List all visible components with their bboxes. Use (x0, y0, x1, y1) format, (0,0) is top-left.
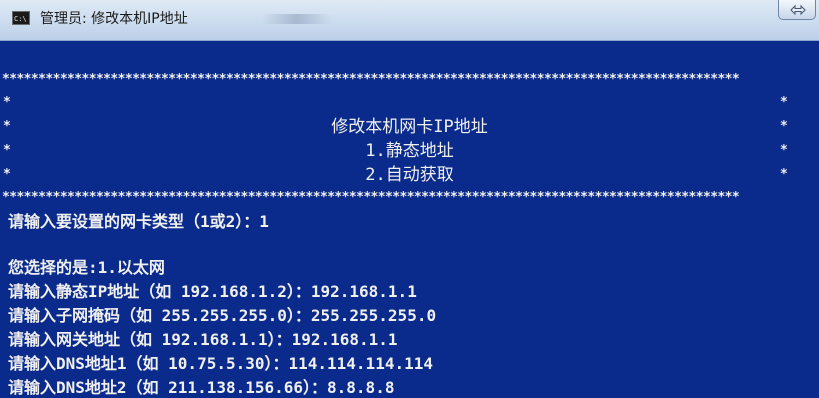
banner-star-line-bottom: ****************************************… (2, 190, 740, 205)
restore-button[interactable] (778, 0, 816, 20)
banner-edge-right: * (780, 95, 788, 110)
banner-title: 修改本机网卡IP地址 (331, 117, 488, 137)
prompt-gateway: 请输入网关地址（如 192.168.1.1）：192.168.1.1 (8, 330, 398, 349)
prompt-adapter-type: 请输入要设置的网卡类型（1或2）：1 (8, 212, 269, 231)
title-blur-decoration (262, 14, 332, 24)
banner-option-2: 2.自动获取 (365, 165, 454, 185)
console-output[interactable]: ****************************************… (0, 41, 819, 398)
prompt-ip-address: 请输入静态IP地址（如 192.168.1.2）：192.168.1.1 (8, 282, 417, 301)
banner-option-1: 1.静态地址 (365, 141, 454, 161)
banner-star-line-top: ****************************************… (2, 72, 740, 87)
cmd-icon[interactable]: C:\ (12, 11, 30, 25)
prompt-subnet-mask: 请输入子网掩码（如 255.255.255.0）：255.255.255.0 (8, 306, 437, 325)
restore-icon (790, 4, 806, 16)
title-bar[interactable]: C:\ 管理员: 修改本机IP地址 (0, 0, 819, 41)
window-title: 管理员: 修改本机IP地址 (40, 11, 188, 27)
prompt-dns-2: 请输入DNS地址2（如 211.138.156.66）：8.8.8.8 (8, 378, 395, 397)
banner-edge-left: * (3, 95, 11, 110)
prompt-dns-1: 请输入DNS地址1（如 10.75.5.30）：114.114.114.114 (8, 354, 433, 373)
selected-adapter: 您选择的是:1.以太网 (8, 258, 165, 277)
